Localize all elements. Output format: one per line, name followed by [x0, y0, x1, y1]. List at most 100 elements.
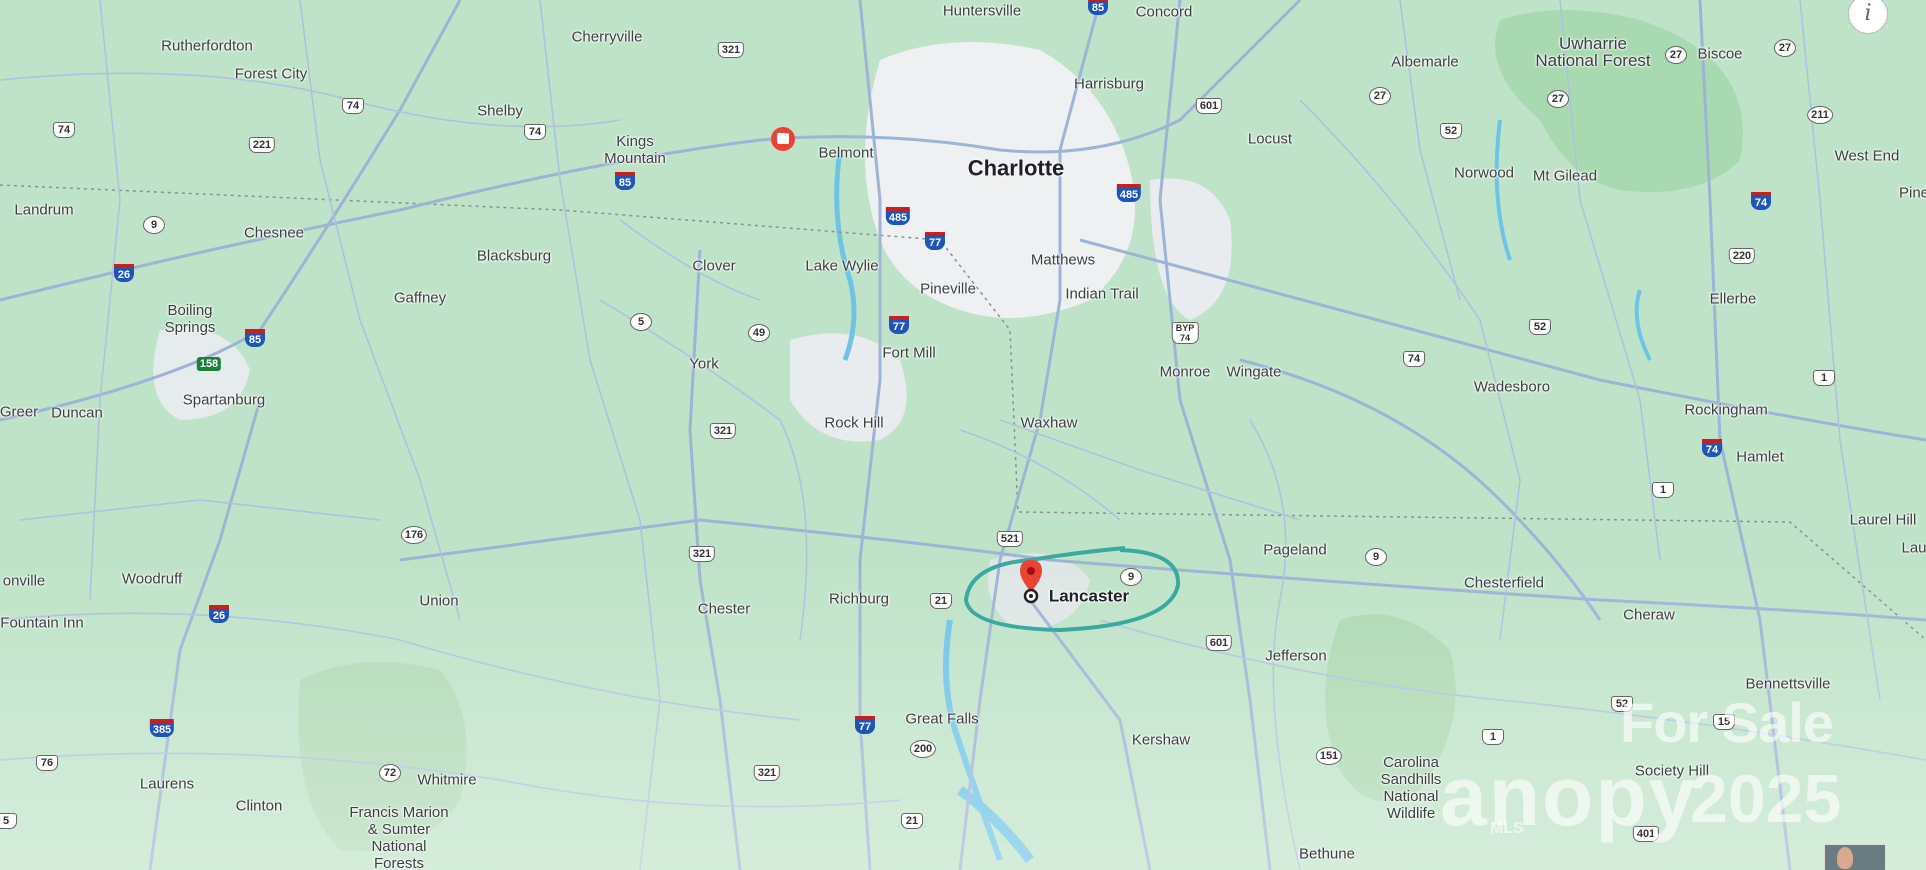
shield-nc27-b: 27 [1774, 39, 1796, 57]
label-pineville: Pineville [920, 280, 976, 298]
label-woodruff: Woodruff [121, 570, 183, 588]
label-laurel-hill: Laurel Hill [1849, 511, 1917, 529]
shield-i385: 385 [149, 719, 175, 737]
label-carolina-sandhills: Carolina Sandhills National Wildlife [1380, 754, 1442, 822]
shield-sc72: 72 [379, 764, 401, 782]
map-canvas[interactable]: Huntersville Concord Cherryville Rutherf… [0, 0, 1926, 870]
label-ellerbe: Ellerbe [1709, 290, 1757, 308]
label-concord: Concord [1135, 3, 1193, 21]
label-waxhaw: Waxhaw [1020, 414, 1078, 432]
label-west-end: West End [1834, 147, 1900, 165]
label-norwood: Norwood [1453, 164, 1515, 182]
label-blacksburg: Blacksburg [476, 247, 552, 265]
shield-us1: 1 [1813, 370, 1835, 386]
label-laurens: Laurens [139, 775, 195, 793]
label-clover: Clover [692, 257, 736, 275]
label-hamlet: Hamlet [1736, 448, 1784, 466]
label-forest-city: Forest City [234, 65, 308, 83]
label-union: Union [419, 592, 459, 610]
label-matthews: Matthews [1030, 251, 1096, 269]
shield-i74: 74 [1751, 192, 1771, 210]
label-harrisburg: Harrisburg [1073, 75, 1145, 93]
label-duncan: Duncan [51, 404, 103, 422]
label-chesnee: Chesnee [243, 224, 305, 242]
shield-us1-south: 1 [1652, 482, 1674, 498]
label-york: York [689, 355, 719, 373]
shield-us74: 74 [342, 98, 364, 114]
label-chesterfield: Chesterfield [1463, 574, 1545, 592]
label-richburg: Richburg [828, 590, 890, 608]
label-kings-mountain: Kings Mountain [604, 133, 666, 167]
label-whitmire: Whitmire [417, 771, 477, 789]
shield-i85-top: 85 [1088, 0, 1108, 15]
label-kershaw: Kershaw [1131, 731, 1191, 749]
shield-i77-south: 77 [889, 316, 909, 334]
shield-us521: 521 [996, 531, 1024, 547]
shield-sc9: 9 [143, 216, 165, 234]
shield-i26-south: 26 [209, 605, 229, 623]
shield-us52: 52 [1440, 123, 1462, 139]
shield-us321: 321 [717, 42, 745, 58]
label-greer: Greer [0, 403, 39, 421]
label-clinton: Clinton [235, 797, 283, 815]
label-pine: Pine [1898, 184, 1926, 202]
label-landrum: Landrum [14, 201, 74, 219]
label-wadesboro: Wadesboro [1473, 378, 1551, 396]
shield-i485-west: 485 [885, 207, 911, 225]
label-jefferson: Jefferson [1265, 647, 1327, 665]
label-biscoe: Biscoe [1697, 45, 1743, 63]
shield-nc27-c: 27 [1547, 90, 1569, 108]
label-great-falls: Great Falls [905, 710, 979, 728]
shield-us15: 15 [1713, 714, 1735, 730]
shield-us21-south: 21 [901, 813, 923, 829]
shield-i85-south: 85 [245, 329, 265, 347]
label-fountain-inn: Fountain Inn [0, 614, 84, 632]
shield-sc9-pageland: 9 [1365, 548, 1387, 566]
shield-i77: 77 [925, 232, 945, 250]
shield-us221: 221 [248, 137, 276, 153]
shield-us321-york: 321 [709, 423, 737, 439]
label-francis-marion: Francis Marion & Sumter National Forests [349, 804, 449, 870]
label-mt-gilead: Mt Gilead [1532, 167, 1598, 185]
label-lancaster: Lancaster [1048, 586, 1130, 606]
label-society-hill: Society Hill [1634, 762, 1710, 780]
shield-sc5: 5 [630, 313, 652, 331]
shield-sc9-lancaster: 9 [1120, 568, 1142, 586]
shield-us5-west: 5 [0, 813, 17, 829]
label-lake-wylie: Lake Wylie [805, 257, 879, 275]
presenter-avatar [1824, 844, 1886, 870]
label-shelby: Shelby [477, 102, 523, 120]
label-monroe: Monroe [1159, 363, 1211, 381]
shield-i485-east: 485 [1116, 184, 1142, 202]
shield-sc49: 49 [748, 324, 770, 342]
label-fort-mill: Fort Mill [882, 344, 936, 362]
shield-us74-east: 74 [1403, 351, 1425, 367]
label-locust: Locust [1247, 130, 1293, 148]
shield-us1-kershaw: 1 [1482, 729, 1504, 745]
label-albemarle: Albemarle [1391, 53, 1459, 71]
label-boiling-springs: Boiling Springs [164, 302, 216, 336]
label-indian-trail: Indian Trail [1065, 285, 1139, 303]
label-spartanburg: Spartanburg [182, 391, 266, 409]
shield-i74-rockingham: 74 [1702, 439, 1722, 457]
shield-us76: 76 [36, 755, 58, 771]
label-pageland: Pageland [1263, 541, 1327, 559]
shield-us74-shelby: 74 [524, 124, 546, 140]
shield-i26: 26 [114, 264, 134, 282]
label-gaffney: Gaffney [393, 289, 447, 307]
shield-i85: 85 [615, 172, 635, 190]
label-onville: onville [2, 572, 46, 590]
shield-i77-greatfalls: 77 [855, 716, 875, 734]
label-rock-hill: Rock Hill [824, 414, 884, 432]
label-bennettsville: Bennettsville [1745, 675, 1831, 693]
shield-us52-south: 52 [1529, 319, 1551, 335]
label-lau: Lau [1901, 539, 1926, 557]
shield-us220: 220 [1728, 248, 1756, 264]
label-chester: Chester [697, 600, 751, 618]
label-belmont: Belmont [818, 144, 874, 162]
label-rutherfordton: Rutherfordton [161, 37, 253, 55]
label-charlotte: Charlotte [967, 155, 1065, 181]
label-bethune: Bethune [1299, 845, 1355, 863]
shield-us321-south: 321 [753, 765, 781, 781]
shield-us601: 601 [1195, 98, 1223, 114]
